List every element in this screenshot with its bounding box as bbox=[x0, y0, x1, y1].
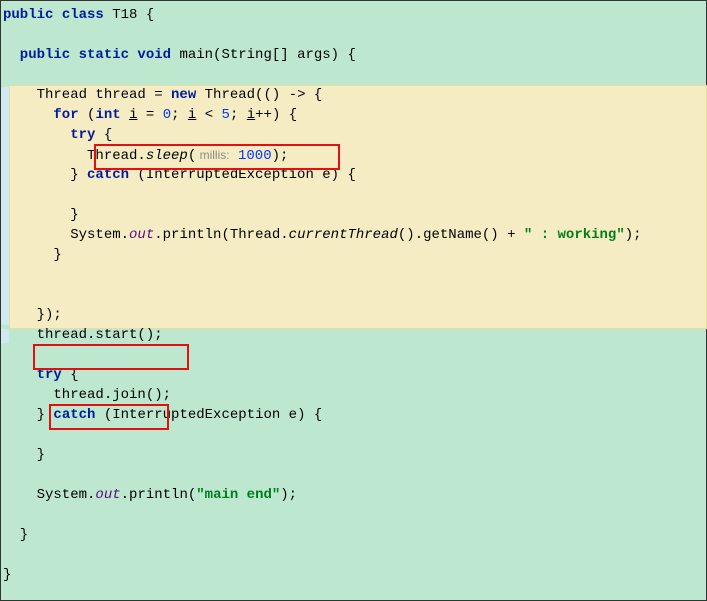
num-0: 0 bbox=[163, 107, 171, 123]
text: } bbox=[3, 167, 87, 183]
blank-line bbox=[1, 25, 706, 45]
text: (InterruptedException e) { bbox=[129, 167, 356, 183]
static-call-sleep: sleep bbox=[146, 148, 188, 164]
blank-line bbox=[1, 185, 706, 205]
num-5: 5 bbox=[222, 107, 230, 123]
class-decl: T18 { bbox=[104, 7, 154, 23]
text: } bbox=[3, 407, 53, 423]
kw-try: try bbox=[3, 367, 62, 383]
text: Thread. bbox=[3, 148, 146, 164]
blank-line bbox=[1, 285, 706, 305]
text: ; bbox=[230, 107, 247, 123]
text: .println(Thread. bbox=[154, 227, 288, 243]
kw-try: try bbox=[3, 127, 95, 143]
thread-start-call: thread.start(); bbox=[3, 327, 163, 343]
text: .println( bbox=[121, 487, 197, 503]
kw-for: for bbox=[3, 107, 79, 123]
code-line: for (int i = 0; i < 5; i++) { bbox=[1, 105, 706, 125]
text: ); bbox=[280, 487, 297, 503]
code-line: try { bbox=[1, 365, 706, 385]
text: ( bbox=[79, 107, 96, 123]
var-i: i bbox=[247, 107, 255, 123]
blank-line bbox=[1, 265, 706, 285]
text bbox=[230, 148, 238, 164]
string-main-end: "main end" bbox=[196, 487, 280, 503]
code-line: thread.start(); bbox=[1, 325, 706, 345]
text: ++) { bbox=[255, 107, 297, 123]
text: Thread(() -> { bbox=[196, 87, 322, 103]
static-call-currentThread: currentThread bbox=[289, 227, 398, 243]
text: ( bbox=[188, 148, 196, 164]
text: } bbox=[3, 447, 45, 463]
text: } bbox=[3, 207, 79, 223]
code-line: } bbox=[1, 245, 706, 265]
code-line: } bbox=[1, 565, 706, 585]
text: } bbox=[3, 527, 28, 543]
kw-static: static bbox=[70, 47, 129, 63]
kw-public: public bbox=[3, 47, 70, 63]
code-line: }); bbox=[1, 305, 706, 325]
blank-line bbox=[1, 465, 706, 485]
code-line: thread.join(); bbox=[1, 385, 706, 405]
text: Thread thread = bbox=[3, 87, 171, 103]
kw-class: class bbox=[53, 7, 103, 23]
text bbox=[121, 107, 129, 123]
num-1000: 1000 bbox=[238, 148, 272, 164]
text: = bbox=[137, 107, 162, 123]
thread-join-call: thread.join(); bbox=[3, 387, 171, 403]
method-sig: main(String[] args) { bbox=[171, 47, 356, 63]
code-line: } bbox=[1, 205, 706, 225]
blank-line bbox=[1, 345, 706, 365]
code-line: System.out.println("main end"); bbox=[1, 485, 706, 505]
code-line: public class T18 { bbox=[1, 5, 706, 25]
field-out: out bbox=[95, 487, 120, 503]
text: { bbox=[95, 127, 112, 143]
string-working: " : working" bbox=[524, 227, 625, 243]
blank-line bbox=[1, 505, 706, 525]
blank-line bbox=[1, 65, 706, 85]
kw-catch: catch bbox=[53, 407, 95, 423]
text: < bbox=[196, 107, 221, 123]
code-line: } catch (InterruptedException e) { bbox=[1, 405, 706, 425]
code-editor: public class T18 { public static void ma… bbox=[1, 1, 706, 600]
text: } bbox=[3, 567, 11, 583]
code-line: } bbox=[1, 445, 706, 465]
code-line: public static void main(String[] args) { bbox=[1, 45, 706, 65]
kw-int: int bbox=[95, 107, 120, 123]
text: { bbox=[62, 367, 79, 383]
code-line: try { bbox=[1, 125, 706, 145]
text: } bbox=[3, 247, 62, 263]
code-line: } catch (InterruptedException e) { bbox=[1, 165, 706, 185]
param-hint-millis: millis: bbox=[196, 148, 229, 162]
kw-new: new bbox=[171, 87, 196, 103]
blank-line bbox=[1, 545, 706, 565]
text: }); bbox=[3, 307, 62, 323]
code-line: System.out.println(Thread.currentThread(… bbox=[1, 225, 706, 245]
text: System. bbox=[3, 487, 95, 503]
field-out: out bbox=[129, 227, 154, 243]
code-line: } bbox=[1, 525, 706, 545]
kw-void: void bbox=[129, 47, 171, 63]
text: ); bbox=[625, 227, 642, 243]
kw-catch: catch bbox=[87, 167, 129, 183]
code-line: Thread thread = new Thread(() -> { bbox=[1, 85, 706, 105]
text: (InterruptedException e) { bbox=[95, 407, 322, 423]
code-line: Thread.sleep( millis: 1000); bbox=[1, 145, 706, 165]
text: System. bbox=[3, 227, 129, 243]
kw-public: public bbox=[3, 7, 53, 23]
text: ); bbox=[272, 148, 289, 164]
blank-line bbox=[1, 425, 706, 445]
text: ().getName() + bbox=[398, 227, 524, 243]
text: ; bbox=[171, 107, 188, 123]
